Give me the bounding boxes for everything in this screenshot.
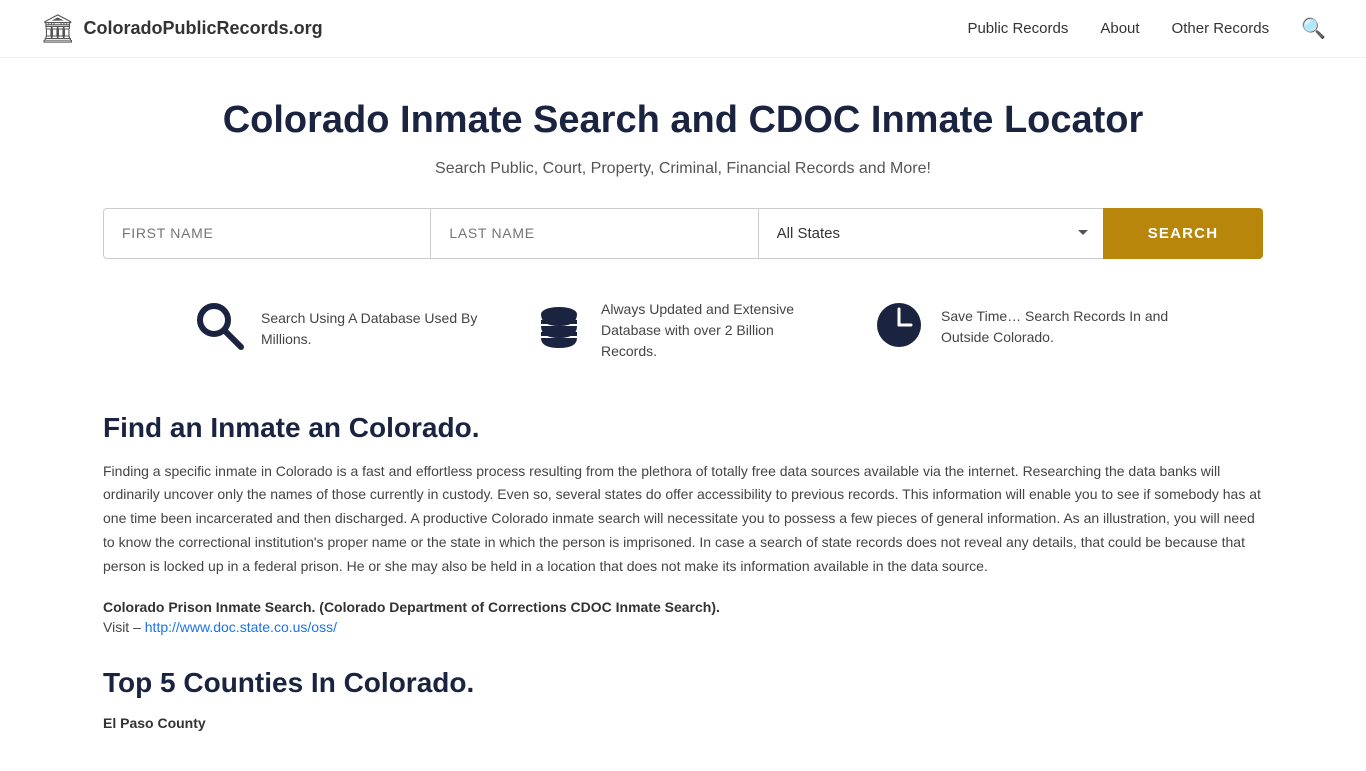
nav-about[interactable]: About: [1100, 20, 1139, 37]
database-icon: [533, 302, 585, 358]
first-name-input[interactable]: [103, 208, 430, 259]
search-button[interactable]: SEARCH: [1103, 208, 1263, 259]
main-content: Colorado Inmate Search and CDOC Inmate L…: [83, 58, 1283, 771]
building-icon: 🏛: [40, 12, 76, 45]
feature-search-text: Search Using A Database Used By Millions…: [261, 308, 493, 350]
main-nav: Public Records About Other Records 🔍: [967, 16, 1326, 41]
inmate-section-title: Find an Inmate an Colorado.: [103, 412, 1263, 444]
counties-title: Top 5 Counties In Colorado.: [103, 667, 1263, 699]
feature-clock-text: Save Time… Search Records In and Outside…: [941, 306, 1173, 348]
visit-link[interactable]: http://www.doc.state.co.us/oss/: [145, 619, 337, 635]
search-form: All States Alabama Alaska Arizona Arkans…: [103, 208, 1263, 259]
clock-icon: [873, 299, 925, 355]
prison-search-label: Colorado Prison Inmate Search. (Colorado…: [103, 599, 1263, 615]
inmate-section: Find an Inmate an Colorado. Finding a sp…: [103, 412, 1263, 635]
feature-database-text: Always Updated and Extensive Database wi…: [601, 299, 833, 362]
visit-prefix: Visit –: [103, 619, 141, 635]
features-row: Search Using A Database Used By Millions…: [103, 299, 1263, 362]
search-icon[interactable]: 🔍: [1301, 16, 1326, 41]
last-name-input[interactable]: [430, 208, 757, 259]
feature-database: Always Updated and Extensive Database wi…: [533, 299, 833, 362]
nav-public-records[interactable]: Public Records: [967, 20, 1068, 37]
hero-subtitle: Search Public, Court, Property, Criminal…: [103, 160, 1263, 178]
feature-search: Search Using A Database Used By Millions…: [193, 299, 493, 360]
inmate-body-text: Finding a specific inmate in Colorado is…: [103, 460, 1263, 579]
logo-text: ColoradoPublicRecords.org: [84, 18, 323, 39]
nav-other-records[interactable]: Other Records: [1172, 20, 1270, 37]
state-select[interactable]: All States Alabama Alaska Arizona Arkans…: [758, 208, 1103, 259]
visit-text: Visit – http://www.doc.state.co.us/oss/: [103, 619, 1263, 635]
first-county-label: El Paso County: [103, 715, 1263, 731]
site-header: 🏛 ColoradoPublicRecords.org Public Recor…: [0, 0, 1366, 58]
feature-clock: Save Time… Search Records In and Outside…: [873, 299, 1173, 355]
search-magnifier-icon: [193, 299, 245, 360]
logo-link[interactable]: 🏛 ColoradoPublicRecords.org: [40, 12, 323, 45]
page-title: Colorado Inmate Search and CDOC Inmate L…: [103, 98, 1263, 144]
counties-section: Top 5 Counties In Colorado. El Paso Coun…: [103, 667, 1263, 731]
